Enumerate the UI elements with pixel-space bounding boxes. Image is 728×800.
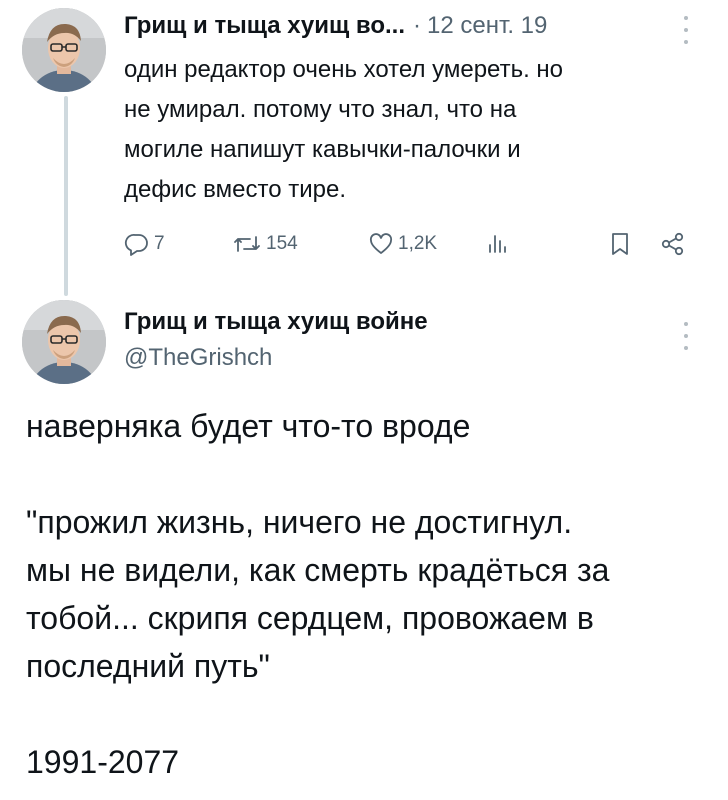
stats-icon [484,231,510,257]
more-icon[interactable] [680,322,692,350]
author-name[interactable]: Грищ и тыща хуищ во... [124,12,405,40]
bookmark-button[interactable] [608,226,632,262]
tweet-date[interactable]: 12 сент. 19 [427,12,547,40]
tweet-1-text: один редактор очень хотел умереть. но не… [124,56,564,203]
like-count: 1,2K [398,233,438,254]
retweet-icon [232,231,262,257]
thread-line [64,96,68,296]
comment-icon [124,231,150,257]
like-button[interactable]: 1,2K [368,226,437,262]
retweet-button[interactable]: 154 [232,226,298,262]
share-button[interactable] [660,226,686,262]
tweet-actions: 7 154 1,2K [124,226,704,262]
tweet-2-text: наверняка будет что-то вроде "прожил жиз… [26,408,610,780]
retweet-count: 154 [266,233,298,254]
heart-icon [368,231,394,257]
reply-button[interactable]: 7 [124,226,165,262]
bookmark-icon [608,231,632,257]
author-name[interactable]: Грищ и тыща хуищ войне [124,308,428,336]
tweet-1-header: Грищ и тыща хуищ во... · 12 сент. 19 [124,12,547,46]
views-button[interactable] [484,226,514,262]
avatar[interactable] [22,300,106,384]
author-handle[interactable]: @TheGrishch [124,344,272,372]
separator: · [413,12,422,39]
more-icon[interactable] [680,16,692,44]
reply-count: 7 [154,233,165,254]
avatar[interactable] [22,8,106,92]
share-icon [660,231,686,257]
